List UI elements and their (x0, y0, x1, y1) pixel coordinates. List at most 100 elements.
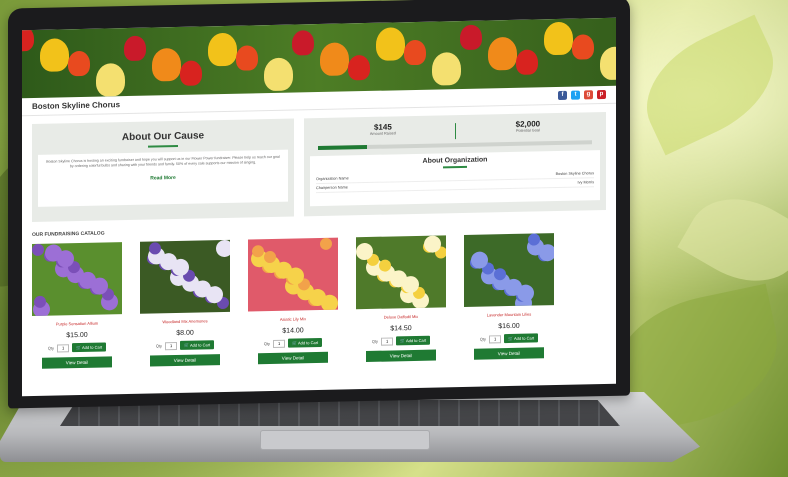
about-cause-heading: About Our Cause (121, 130, 205, 144)
qty-label: Qty (479, 336, 487, 342)
add-to-cart-label: Add to Cart (81, 344, 103, 350)
laptop-trackpad (260, 430, 430, 450)
tulip-shape (348, 54, 370, 81)
progress-bar-fill (318, 144, 368, 151)
qty-label: Qty (263, 341, 271, 347)
product-card: Purple Sensation Allium $15.00 Qty 1 🛒 A… (32, 242, 122, 369)
product-name[interactable]: Lavender Mountain Lilies (464, 311, 554, 318)
tulip-shape (124, 35, 146, 62)
flower-shape (216, 239, 230, 258)
flower-shape (321, 294, 338, 312)
stats-divider (455, 123, 456, 140)
background-leaf (627, 14, 788, 156)
qty-label: Qty (371, 338, 379, 344)
flower-shape (539, 244, 554, 262)
about-organization-card: About Organization Organization Name Bos… (310, 150, 600, 207)
product-price: $15.00 (66, 331, 88, 340)
product-image[interactable] (248, 237, 338, 312)
add-to-cart-label: Add to Cart (513, 335, 535, 341)
product-image[interactable] (356, 235, 446, 310)
tulip-shape (292, 30, 314, 56)
qty-input[interactable]: 1 (273, 339, 286, 348)
google-plus-icon[interactable]: g (584, 90, 593, 100)
tulip-shape (96, 63, 125, 98)
view-detail-button[interactable]: View Detail (474, 347, 544, 360)
cart-icon: 🛒 (508, 335, 514, 342)
tulip-shape (488, 36, 517, 71)
tulip-shape (236, 45, 258, 72)
about-organization-heading: About Organization (422, 156, 488, 165)
qty-input[interactable]: 1 (57, 343, 70, 352)
qty-input[interactable]: 1 (489, 334, 502, 343)
add-to-cart-label: Add to Cart (405, 337, 427, 344)
product-price: $14.50 (390, 325, 412, 333)
amount-raised-stat: $145 Amount Raised (370, 122, 396, 143)
view-detail-button[interactable]: View Detail (150, 354, 220, 367)
organization-title: Boston Skyline Chorus (32, 100, 121, 112)
product-name[interactable]: Purple Sensation Allium (32, 320, 122, 327)
add-to-cart-button[interactable]: 🛒 Add to Cart (72, 342, 107, 353)
heading-underline (443, 165, 467, 168)
qty-input[interactable]: 1 (381, 336, 394, 346)
about-cause-text: Boston Skyline Chorus is hosting an exci… (46, 154, 280, 169)
product-card: Woodland Mix Anemones $8.00 Qty 1 🛒 Add … (140, 239, 230, 367)
tulip-shape (432, 52, 461, 86)
laptop-screen: Boston Skyline Chorus ftgp About Our Cau… (22, 17, 616, 397)
tulip-shape (208, 32, 237, 67)
pinterest-icon[interactable]: p (597, 89, 606, 100)
qty-input[interactable]: 1 (165, 341, 178, 350)
tulip-shape (404, 39, 426, 66)
tulip-shape (460, 24, 482, 51)
product-grid: Purple Sensation Allium $15.00 Qty 1 🛒 A… (22, 232, 616, 369)
about-cause-card: Boston Skyline Chorus is hosting an exci… (38, 149, 288, 207)
product-price: $14.00 (282, 327, 304, 335)
facebook-icon[interactable]: f (558, 90, 567, 100)
product-image[interactable] (32, 242, 122, 317)
product-name[interactable]: Deluxe Daffodil Mix (356, 313, 446, 320)
view-detail-button[interactable]: View Detail (258, 351, 328, 365)
tulip-shape (516, 49, 538, 76)
product-name[interactable]: Asiatic Lily Mix (248, 316, 338, 323)
product-image[interactable] (464, 233, 554, 307)
add-to-cart-row: Qty 1 🛒 Add to Cart (248, 337, 338, 349)
cart-icon: 🛒 (400, 338, 406, 344)
view-detail-button[interactable]: View Detail (42, 356, 112, 369)
product-price: $8.00 (176, 329, 194, 337)
tulip-shape (264, 57, 293, 92)
info-row-value: Ivy Morris (577, 179, 594, 185)
add-to-cart-button[interactable]: 🛒 Add to Cart (396, 335, 431, 346)
add-to-cart-row: Qty 1 🛒 Add to Cart (32, 342, 122, 353)
tulip-shape (320, 42, 349, 77)
goal-label: Potential Goal (515, 128, 540, 133)
flower-shape (320, 237, 332, 250)
tulip-shape (152, 47, 181, 82)
product-image[interactable] (140, 239, 230, 314)
tulip-shape (22, 25, 34, 52)
add-to-cart-button[interactable]: 🛒 Add to Cart (504, 333, 539, 344)
hero-banner-tulips (22, 17, 616, 99)
twitter-icon[interactable]: t (571, 90, 580, 100)
tulip-shape (376, 27, 405, 62)
add-to-cart-button[interactable]: 🛒 Add to Cart (180, 340, 215, 350)
qty-label: Qty (47, 345, 55, 351)
about-organization-panel: $145 Amount Raised $2,000 Potential Goal… (304, 111, 606, 217)
product-card: Lavender Mountain Lilies $16.00 Qty 1 🛒 … (464, 233, 554, 360)
product-name[interactable]: Woodland Mix Anemones (140, 318, 230, 325)
qty-label: Qty (155, 343, 163, 349)
info-row-label: Organization Name (316, 175, 349, 181)
laptop-screen-bezel: Boston Skyline Chorus ftgp About Our Cau… (8, 0, 630, 409)
read-more-link[interactable]: Read More (46, 173, 280, 184)
tulip-shape (600, 46, 616, 81)
heading-underline (148, 144, 178, 148)
info-row-value: Boston Skyline Chorus (555, 170, 594, 176)
add-to-cart-row: Qty 1 🛒 Add to Cart (464, 333, 554, 344)
tulip-shape (68, 50, 90, 77)
social-links: ftgp (558, 89, 606, 100)
tulip-shape (544, 21, 573, 56)
view-detail-button[interactable]: View Detail (366, 349, 436, 363)
add-to-cart-button[interactable]: 🛒 Add to Cart (288, 337, 323, 348)
add-to-cart-row: Qty 1 🛒 Add to Cart (140, 340, 230, 351)
info-row-label: Chairperson Name (316, 184, 348, 190)
product-card: Deluxe Daffodil Mix $14.50 Qty 1 🛒 Add t… (356, 235, 446, 363)
add-to-cart-row: Qty 1 🛒 Add to Cart (356, 335, 446, 346)
